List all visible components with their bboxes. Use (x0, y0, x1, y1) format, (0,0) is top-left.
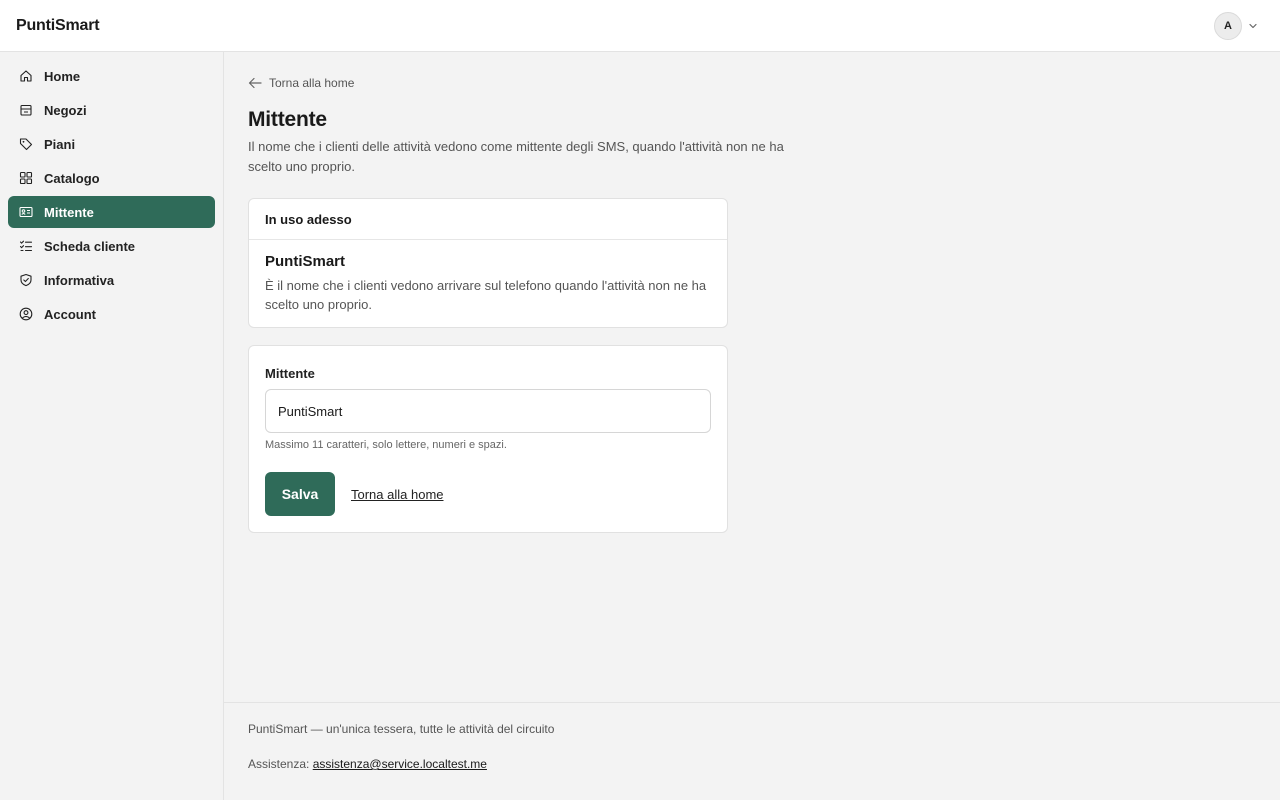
grid-icon (19, 171, 33, 185)
sidebar-item-home[interactable]: Home (8, 60, 215, 92)
sender-field-label: Mittente (265, 366, 315, 381)
sidebar-item-label: Informativa (44, 272, 115, 288)
sidebar-item-scheda-cliente[interactable]: Scheda cliente (8, 230, 215, 262)
sidebar-item-label: Piani (44, 136, 76, 152)
card-header: In uso adesso (249, 199, 727, 240)
main-content: Torna alla home Mittente Il nome che i c… (224, 52, 1280, 702)
id-card-icon (19, 206, 33, 218)
sidebar-item-negozi[interactable]: Negozi (8, 94, 215, 126)
sidebar-item-label: Negozi (44, 102, 87, 118)
user-circle-icon (19, 307, 33, 321)
save-button[interactable]: Salva (265, 472, 335, 516)
home-icon (20, 70, 32, 82)
tag-icon (19, 138, 33, 151)
sender-input[interactable] (265, 389, 711, 433)
sidebar-item-account[interactable]: Account (8, 298, 215, 330)
current-sender-card: In uso adesso PuntiSmart È il nome che i… (248, 198, 728, 328)
app-brand: PuntiSmart (16, 16, 100, 34)
footer-support: Assistenza: assistenza@service.localtest… (248, 757, 1256, 771)
support-label: Assistenza: (248, 757, 310, 771)
current-sender-note: È il nome che i clienti vedono arrivare … (265, 278, 707, 312)
back-to-home-link-secondary[interactable]: Torna alla home (351, 487, 444, 502)
support-email-link[interactable]: assistenza@service.localtest.me (313, 757, 487, 771)
top-bar: PuntiSmart A (0, 0, 1280, 52)
sidebar-item-label: Scheda cliente (44, 238, 136, 254)
store-icon (20, 104, 32, 116)
sender-form-card: Mittente Massimo 11 caratteri, solo lett… (248, 345, 728, 533)
page-description: Il nome che i clienti delle attività ved… (248, 139, 784, 174)
current-sender-name: PuntiSmart (265, 253, 346, 270)
checklist-icon (19, 240, 33, 252)
sidebar-item-label: Mittente (44, 204, 94, 220)
arrow-left-icon (248, 77, 262, 89)
sidebar: Home Negozi Piani Catalogo Mittente Sche… (0, 52, 224, 800)
avatar: A (1214, 12, 1242, 40)
sidebar-item-catalogo[interactable]: Catalogo (8, 162, 215, 194)
footer: PuntiSmart — un'unica tessera, tutte le … (224, 702, 1280, 800)
sidebar-item-label: Catalogo (44, 170, 100, 186)
sidebar-item-mittente[interactable]: Mittente (8, 196, 215, 228)
back-link-label: Torna alla home (269, 76, 355, 90)
user-menu[interactable]: A (1214, 12, 1258, 40)
page-title: Mittente (248, 108, 327, 131)
back-to-home-link[interactable]: Torna alla home (248, 76, 354, 90)
shield-check-icon (20, 273, 32, 287)
chevron-down-icon (1249, 23, 1257, 29)
sidebar-item-informativa[interactable]: Informativa (8, 264, 215, 296)
sidebar-item-piani[interactable]: Piani (8, 128, 215, 160)
footer-tagline: PuntiSmart — un'unica tessera, tutte le … (248, 722, 555, 736)
sender-hint: Massimo 11 caratteri, solo lettere, nume… (265, 439, 507, 451)
sidebar-item-label: Account (44, 306, 96, 322)
sidebar-item-label: Home (44, 68, 81, 84)
